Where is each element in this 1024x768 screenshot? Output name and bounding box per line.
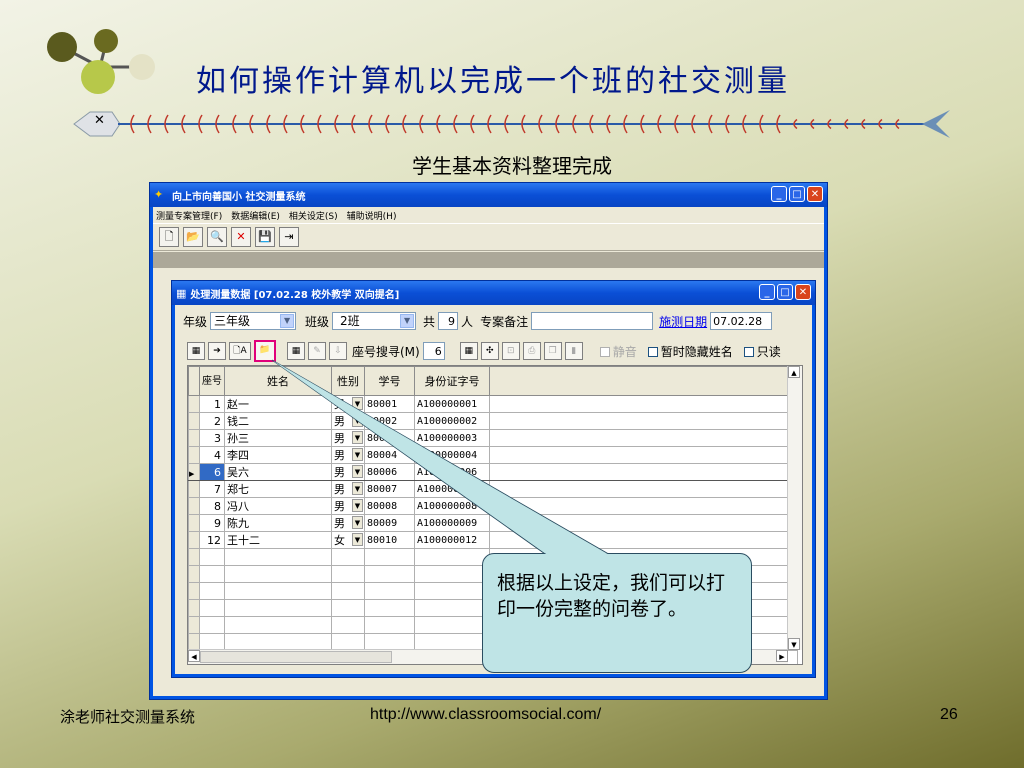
footer-system-name: 涂老师社交测量系统 <box>60 708 196 726</box>
page-number: 26 <box>940 706 958 723</box>
callout-pointer-fill <box>272 360 611 556</box>
footer-url[interactable]: http://www.classroomsocial.com/ <box>370 706 601 724</box>
callout-text: 根据以上设定，我们可以打印一份完整的问卷了。 <box>497 572 726 620</box>
